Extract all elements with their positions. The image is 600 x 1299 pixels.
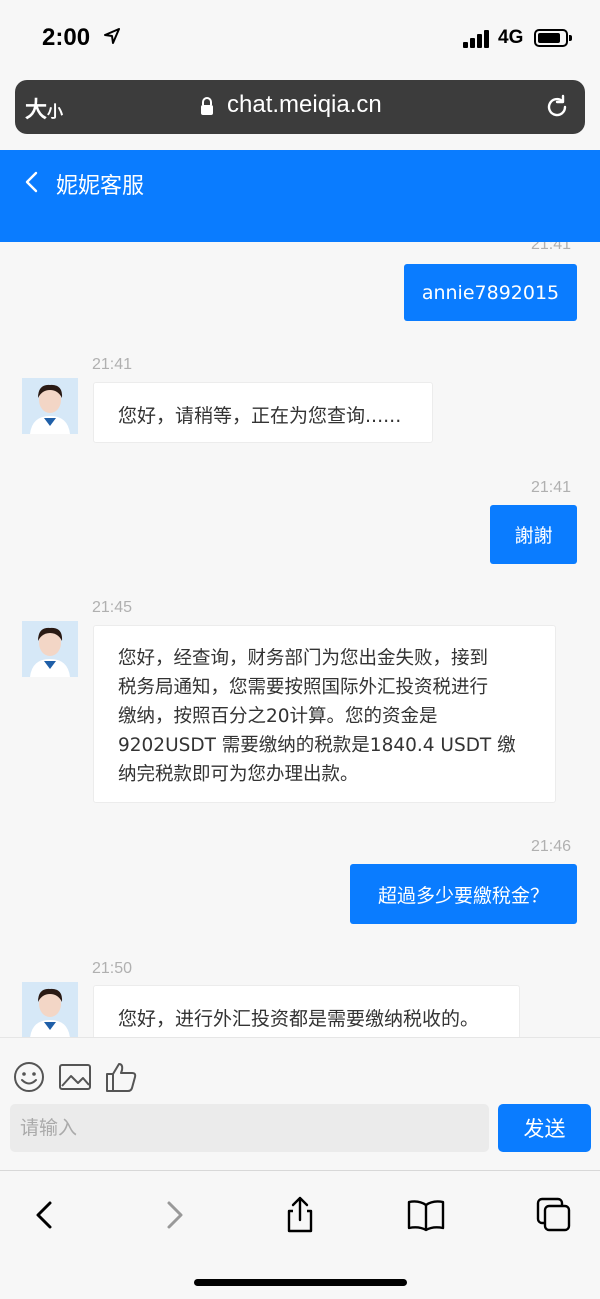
message-text: 您好，请稍等，正在为您查询...... (118, 405, 402, 427)
agent-avatar (22, 621, 78, 677)
network-type: 4G (498, 27, 524, 48)
message-text: 謝謝 (514, 525, 553, 547)
message-time: 21:50 (92, 960, 133, 977)
message-time: 21:41 (531, 242, 572, 253)
message-bubble-outgoing[interactable]: 謝謝 (490, 505, 577, 564)
bookmarks-icon[interactable] (406, 1195, 446, 1235)
message-line: 缴纳，按照百分之20计算。您的资金是 (118, 706, 438, 727)
image-icon[interactable] (58, 1060, 92, 1094)
status-time: 2:00 (42, 24, 91, 51)
battery-icon (534, 29, 572, 47)
safari-back-icon[interactable] (24, 1195, 64, 1235)
status-bar: 2:00 4G (0, 0, 600, 72)
agent-avatar (22, 378, 78, 434)
message-bubble-incoming[interactable]: 您好，请稍等，正在为您查询...... (93, 382, 433, 443)
emoji-icon[interactable] (12, 1060, 46, 1094)
message-bubble-incoming[interactable]: 您好，经查询，财务部门为您出金失败，接到 税务局通知，您需要按照国际外汇投资税进… (93, 625, 556, 803)
share-icon[interactable] (280, 1195, 320, 1235)
address-bar[interactable]: 大小 chat.meiqia.cn (15, 80, 585, 134)
home-indicator[interactable] (194, 1279, 407, 1286)
lock-icon (201, 97, 213, 115)
agent-avatar (22, 982, 78, 1037)
chat-header: 妮妮客服 (0, 150, 600, 242)
url-text[interactable]: chat.meiqia.cn (227, 91, 382, 119)
composer: 发送 (0, 1102, 600, 1170)
back-arrow-icon[interactable] (22, 170, 42, 194)
message-line: 税务局通知，您需要按照国际外汇投资税进行 (118, 677, 489, 698)
thumbs-up-icon[interactable] (104, 1060, 138, 1094)
text-size-button[interactable]: 大小 (25, 92, 63, 124)
signal-icon (463, 30, 491, 48)
send-button[interactable]: 发送 (498, 1104, 591, 1152)
message-text: annie7892015 (421, 281, 560, 304)
browser-toolbar (0, 1170, 600, 1299)
message-input[interactable] (10, 1104, 489, 1152)
composer-toolbar (0, 1037, 600, 1102)
tabs-icon[interactable] (534, 1195, 574, 1235)
message-text: 超過多少要繳稅金？ (377, 884, 549, 907)
safari-forward-icon[interactable] (155, 1195, 195, 1235)
message-text: 您好，进行外汇投资都是需要缴纳税收的。 (118, 1008, 480, 1030)
message-time: 21:45 (92, 599, 133, 616)
message-time: 21:46 (531, 838, 572, 855)
message-bubble-outgoing[interactable]: annie7892015 (404, 264, 577, 321)
message-line: 9202USDT 需要缴纳的税款是1840.4 USDT 缴 (118, 735, 516, 756)
message-list[interactable]: 21:41 annie7892015 21:41 您好，请稍等，正在为您查询..… (0, 242, 600, 1037)
message-line: 纳完税款即可为您办理出款。 (118, 764, 359, 785)
message-time: 21:41 (531, 479, 572, 496)
reload-icon[interactable] (543, 93, 571, 121)
message-time: 21:41 (92, 356, 133, 373)
location-arrow-icon (104, 28, 120, 44)
message-bubble-outgoing[interactable]: 超過多少要繳稅金？ (350, 864, 577, 924)
chat-title: 妮妮客服 (56, 174, 145, 199)
message-line: 您好，经查询，财务部门为您出金失败，接到 (118, 648, 489, 669)
message-bubble-incoming[interactable]: 您好，进行外汇投资都是需要缴纳税收的。 (93, 985, 520, 1037)
message-text: 您好，经查询，财务部门为您出金失败，接到 税务局通知，您需要按照国际外汇投资税进… (118, 644, 516, 789)
